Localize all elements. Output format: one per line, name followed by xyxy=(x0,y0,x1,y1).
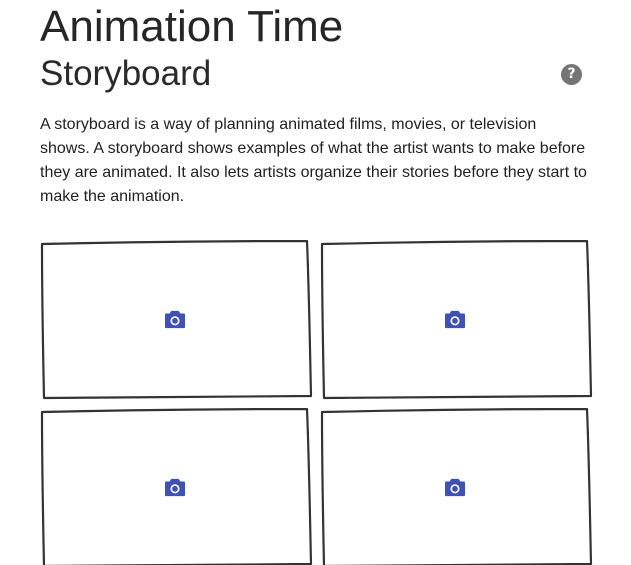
camera-icon[interactable] xyxy=(164,309,186,329)
camera-icon[interactable] xyxy=(164,477,186,497)
page-subtitle: Storyboard xyxy=(40,54,212,93)
help-icon[interactable]: ? xyxy=(561,64,582,85)
storyboard-frame-3[interactable] xyxy=(40,407,313,565)
storyboard-frame-2[interactable] xyxy=(320,239,593,400)
storyboard-frame-4[interactable] xyxy=(320,407,593,565)
camera-icon[interactable] xyxy=(444,477,466,497)
storyboard-description: A storyboard is a way of planning animat… xyxy=(40,116,587,205)
storyboard-frame-1[interactable] xyxy=(40,239,313,400)
page-title: Animation Time xyxy=(40,2,344,51)
camera-icon[interactable] xyxy=(444,309,466,329)
